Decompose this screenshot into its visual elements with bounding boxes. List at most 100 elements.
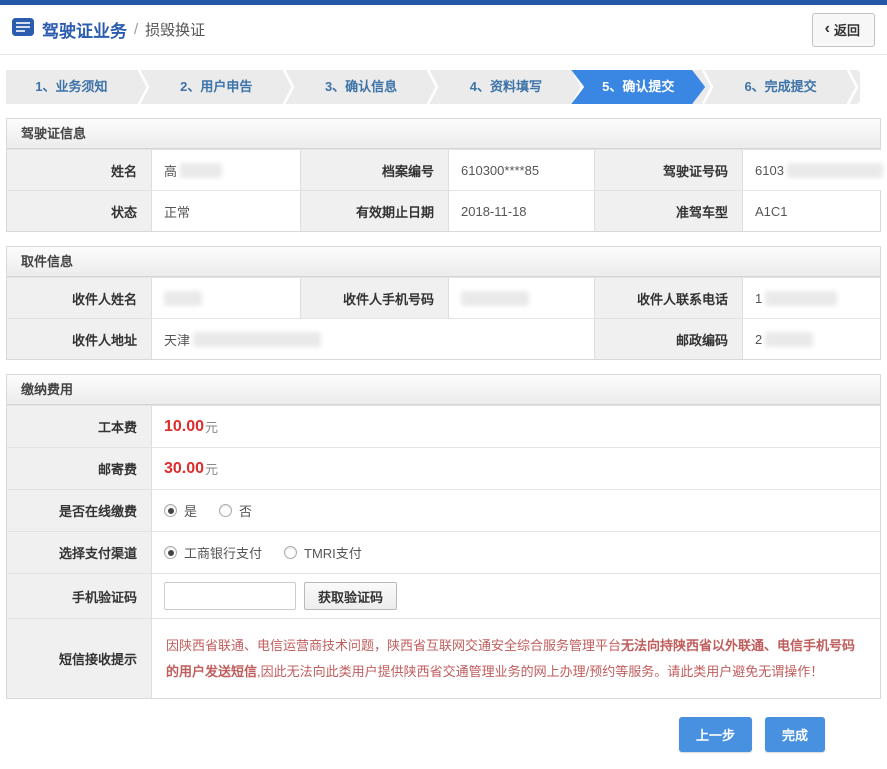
step-2-user-declaration[interactable]: 2、用户申告 xyxy=(151,70,282,104)
get-sms-code-button[interactable]: 获取验证码 xyxy=(304,582,398,610)
page-title: 驾驶证业务 xyxy=(42,22,127,41)
table-row: 手机验证码 获取验证码 xyxy=(7,573,880,618)
expiry-date-label: 有效期止日期 xyxy=(300,191,448,231)
postage-fee-label: 邮寄费 xyxy=(7,448,151,489)
name-value: 高 xyxy=(151,150,300,190)
step-6-finish-submit[interactable]: 6、完成提交 xyxy=(715,70,846,104)
recipient-phone-label: 收件人联系电话 xyxy=(594,278,742,318)
sms-notice-label: 短信接收提示 xyxy=(7,619,151,698)
table-row: 收件人地址 天津 邮政编码 2 xyxy=(7,318,880,359)
steps-bar: 1、业务须知 2、用户申告 3、确认信息 4、资料填写 5、确认提交 6、完成提… xyxy=(6,70,860,104)
step-separator xyxy=(846,70,859,104)
breadcrumb-divider: / xyxy=(134,21,139,38)
recipient-name-value xyxy=(151,278,300,318)
redacted-license-number xyxy=(786,162,883,178)
table-row: 状态 正常 有效期止日期 2018-11-18 准驾车型 A1C1 xyxy=(7,190,880,231)
production-fee-label: 工本费 xyxy=(7,406,151,447)
step-1-label: 1、业务须知 xyxy=(35,79,108,94)
license-number-text: 6103 xyxy=(755,162,784,178)
file-number-label: 档案编号 xyxy=(300,150,448,190)
postage-fee-unit: 元 xyxy=(205,462,219,477)
sms-code-input[interactable] xyxy=(164,582,296,610)
zip-code-value: 2 xyxy=(742,319,880,359)
vehicle-class-label: 准驾车型 xyxy=(594,191,742,231)
redacted-recipient-mobile xyxy=(461,290,529,306)
step-separator xyxy=(282,70,295,104)
back-button[interactable]: ‹ 返回 xyxy=(811,12,875,47)
redacted-recipient-address xyxy=(193,331,322,347)
license-number-label: 驾驶证号码 xyxy=(594,150,742,190)
step-4-fill-materials[interactable]: 4、资料填写 xyxy=(440,70,571,104)
redacted-name xyxy=(180,162,223,178)
breadcrumb-current: 损毁换证 xyxy=(145,22,206,39)
sms-notice-part3: ,因此无法向此类用户提供陕西省交通管理业务的网上办理/预约等服务。请此类用户避免… xyxy=(257,663,824,679)
step-4-label: 4、资料填写 xyxy=(469,79,543,94)
step-6-label: 6、完成提交 xyxy=(744,79,817,94)
sms-notice-part1: 因陕西省联通、电信运营商技术问题，陕西省互联网交通安全综合服务管理平台 xyxy=(166,637,622,653)
postage-fee-value: 30.00 元 xyxy=(151,448,880,489)
icbc-pay-label: 工商银行支付 xyxy=(184,546,263,561)
zip-code-label: 邮政编码 xyxy=(594,319,742,359)
recipient-address-value: 天津 xyxy=(151,319,594,359)
tmri-pay-radio[interactable] xyxy=(284,546,298,559)
pay-online-label: 是否在线缴费 xyxy=(7,490,151,531)
sms-notice-text: 因陕西省联通、电信运营商技术问题，陕西省互联网交通安全综合服务管理平台无法向持陕… xyxy=(152,623,880,695)
icbc-pay-radio[interactable] xyxy=(164,546,177,559)
step-separator xyxy=(137,70,150,104)
name-label: 姓名 xyxy=(7,150,151,190)
license-number-value: 6103 xyxy=(742,150,883,190)
table-row: 选择支付渠道 工商银行支付 TMRI支付 xyxy=(7,531,880,573)
footer-actions: 上一步 完成 xyxy=(0,717,825,752)
production-fee-amount: 10.00 xyxy=(164,417,205,435)
pay-online-yes-label: 是 xyxy=(184,504,198,519)
step-separator xyxy=(427,70,439,104)
table-row: 是否在线缴费 是 否 xyxy=(7,489,880,531)
pay-online-no-label: 否 xyxy=(239,504,253,519)
page-header: 驾驶证业务 / 损毁换证 ‹ 返回 xyxy=(0,5,887,55)
license-info-title: 驾驶证信息 xyxy=(7,119,880,149)
previous-step-button[interactable]: 上一步 xyxy=(678,717,752,752)
sms-code-field-group: 获取验证码 xyxy=(151,574,880,618)
redacted-recipient-phone xyxy=(765,290,838,306)
redacted-zip-code xyxy=(765,331,814,347)
step-5-confirm-submit-active[interactable]: 5、确认提交 xyxy=(571,70,705,104)
expiry-date-value: 2018-11-18 xyxy=(448,191,594,231)
table-row: 收件人姓名 收件人手机号码 收件人联系电话 1 xyxy=(7,277,880,318)
pay-online-options: 是 否 xyxy=(151,490,880,531)
finish-button[interactable]: 完成 xyxy=(764,717,825,752)
step-1-business-notice[interactable]: 1、业务须知 xyxy=(6,70,137,104)
tmri-pay-label: TMRI支付 xyxy=(304,546,362,561)
payment-channel-options: 工商银行支付 TMRI支付 xyxy=(151,532,880,573)
sms-notice-cell: 因陕西省联通、电信运营商技术问题，陕西省互联网交通安全综合服务管理平台无法向持陕… xyxy=(151,619,880,698)
steps-wrap: 1、业务须知 2、用户申告 3、确认信息 4、资料填写 5、确认提交 6、完成提… xyxy=(6,70,881,104)
step-3-confirm-info[interactable]: 3、确认信息 xyxy=(296,70,427,104)
sms-code-label: 手机验证码 xyxy=(7,574,151,618)
table-row: 邮寄费 30.00 元 xyxy=(7,447,880,489)
table-row: 工本费 10.00 元 xyxy=(7,405,880,447)
step-2-label: 2、用户申告 xyxy=(180,79,253,94)
recipient-phone-value: 1 xyxy=(742,278,880,318)
payment-panel: 缴纳费用 工本费 10.00 元 邮寄费 30.00 元 是否在线缴费 是 否 … xyxy=(6,374,881,699)
step-5-label: 5、确认提交 xyxy=(602,79,675,94)
payment-title: 缴纳费用 xyxy=(7,375,880,405)
back-button-label: 返回 xyxy=(833,22,860,38)
pickup-info-title: 取件信息 xyxy=(7,247,880,277)
redacted-recipient-name xyxy=(164,290,202,306)
table-row: 姓名 高 档案编号 610300****85 驾驶证号码 6103 xyxy=(7,149,883,190)
step-3-label: 3、确认信息 xyxy=(324,79,398,94)
pay-online-yes-radio[interactable] xyxy=(164,504,177,517)
recipient-mobile-label: 收件人手机号码 xyxy=(300,278,448,318)
back-chevron-icon: ‹ xyxy=(824,20,830,37)
pickup-info-panel: 取件信息 收件人姓名 收件人手机号码 收件人联系电话 1 收件人地址 天津 邮政… xyxy=(6,246,881,360)
production-fee-value: 10.00 元 xyxy=(151,406,880,447)
payment-channel-label: 选择支付渠道 xyxy=(7,532,151,573)
production-fee-unit: 元 xyxy=(205,420,219,435)
license-info-panel: 驾驶证信息 姓名 高 档案编号 610300****85 驾驶证号码 6103 … xyxy=(6,118,883,232)
table-row: 短信接收提示 因陕西省联通、电信运营商技术问题，陕西省互联网交通安全综合服务管理… xyxy=(7,618,880,698)
recipient-phone-text: 1 xyxy=(755,290,763,306)
license-business-icon xyxy=(12,18,34,41)
pay-online-no-radio[interactable] xyxy=(219,504,233,517)
postage-fee-amount: 30.00 xyxy=(164,459,205,477)
name-value-text: 高 xyxy=(164,163,178,179)
file-number-value: 610300****85 xyxy=(448,150,594,190)
